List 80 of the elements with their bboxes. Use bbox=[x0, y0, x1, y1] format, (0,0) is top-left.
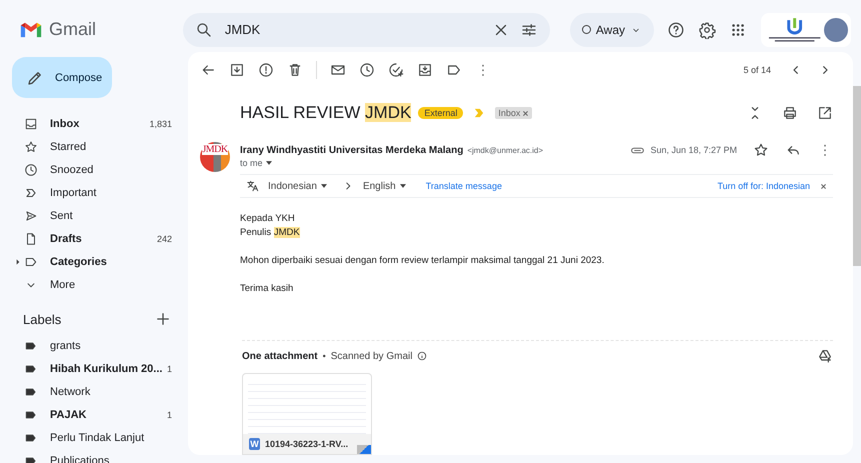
clock-icon[interactable] bbox=[359, 62, 375, 78]
star-icon bbox=[24, 140, 38, 154]
sender-name: Irany Windhyastiti Universitas Merdeka Malang bbox=[240, 144, 464, 156]
nav-item[interactable]: Drafts 242 bbox=[0, 227, 188, 250]
caret-icon bbox=[320, 184, 327, 188]
label-item[interactable]: Network bbox=[0, 380, 188, 403]
attachment-card[interactable]: W 10194-36223-1-RV... bbox=[242, 373, 372, 455]
nav-item[interactable]: More bbox=[0, 273, 188, 296]
translate-message-link[interactable]: Translate message bbox=[426, 181, 502, 191]
source-language-dropdown[interactable]: Indonesian bbox=[268, 180, 333, 192]
recipient-dropdown[interactable]: to me bbox=[240, 158, 272, 168]
move-icon[interactable] bbox=[417, 62, 433, 78]
task-icon[interactable] bbox=[388, 62, 404, 78]
delete-icon[interactable] bbox=[287, 62, 303, 78]
important-marker-icon[interactable] bbox=[474, 108, 484, 118]
add-to-drive-icon[interactable] bbox=[817, 348, 833, 364]
email-date: Sun, Jun 18, 7:27 PM bbox=[650, 145, 737, 155]
body-text-line: Kepada YKH bbox=[240, 212, 296, 226]
open-new-window-icon[interactable] bbox=[817, 105, 833, 121]
nav-item[interactable]: Inbox 1,831 bbox=[0, 112, 188, 135]
label-item[interactable]: PAJAK 1 bbox=[0, 403, 188, 426]
plus-icon[interactable] bbox=[154, 310, 172, 328]
unread-count: 242 bbox=[156, 234, 172, 244]
body-text-line: Mohon diperbaiki sesuai dengan form review terlampir maksimal tanggal 21 Juni 2023. bbox=[240, 254, 606, 268]
body-text-line: Terima kasih bbox=[240, 282, 294, 296]
help-icon[interactable] bbox=[667, 20, 685, 38]
nav-item[interactable]: Sent bbox=[0, 204, 188, 227]
labels-heading: Labels bbox=[23, 312, 62, 326]
search-field[interactable]: JMDK bbox=[222, 21, 482, 38]
sender-avatar: JMDK bbox=[200, 142, 230, 172]
paperclip-icon bbox=[631, 146, 644, 154]
caret-icon bbox=[266, 161, 272, 165]
scrollbar-thumb[interactable] bbox=[853, 86, 861, 266]
compose-button[interactable]: Compose bbox=[12, 57, 112, 98]
file-icon bbox=[24, 232, 38, 246]
status-button[interactable]: Away bbox=[570, 12, 654, 46]
attachment-file-name: 10194-36223-1-RV... bbox=[265, 439, 348, 449]
print-icon[interactable] bbox=[782, 105, 798, 121]
separator-dot: • bbox=[322, 351, 326, 361]
star-icon[interactable] bbox=[753, 142, 769, 158]
attachments-heading: One attachment bbox=[242, 350, 318, 362]
email-subject: HASIL REVIEW JMDK bbox=[240, 103, 412, 123]
archive-icon[interactable] bbox=[229, 62, 245, 78]
report-spam-icon[interactable] bbox=[258, 62, 274, 78]
close-icon[interactable] bbox=[820, 182, 827, 190]
pagination-text: 5 of 14 bbox=[743, 65, 771, 75]
scan-note: Scanned by Gmail bbox=[330, 350, 412, 362]
clock-icon bbox=[24, 162, 38, 176]
nav-item[interactable]: Snoozed bbox=[0, 158, 188, 181]
account-card[interactable] bbox=[761, 12, 851, 46]
app-name: Gmail bbox=[49, 19, 96, 40]
document-type-icon: W bbox=[249, 438, 260, 450]
settings-icon[interactable] bbox=[698, 20, 716, 38]
label-item[interactable]: grants bbox=[0, 334, 188, 357]
label-chip-text: Inbox bbox=[498, 108, 520, 118]
caret-icon bbox=[400, 184, 406, 188]
expand-arrow-icon[interactable] bbox=[16, 258, 20, 264]
target-language-dropdown[interactable]: English bbox=[362, 180, 412, 192]
mail-logo-icon[interactable] bbox=[20, 21, 42, 38]
send-icon bbox=[24, 208, 38, 222]
user-avatar[interactable] bbox=[824, 18, 848, 42]
label-item[interactable]: Hibah Kurikulum 20... 1 bbox=[0, 357, 188, 380]
nav-item[interactable]: Important bbox=[0, 181, 188, 204]
unread-count: 1 bbox=[166, 410, 172, 420]
turn-off-translation-link[interactable]: Turn off for: Indonesian bbox=[717, 181, 810, 191]
remove-label-icon[interactable] bbox=[522, 110, 530, 116]
nav-item[interactable]: Categories bbox=[0, 250, 188, 273]
unread-count: 1 bbox=[166, 364, 172, 374]
nav-item[interactable]: Starred bbox=[0, 135, 188, 158]
search-icon[interactable] bbox=[194, 20, 213, 38]
external-badge: External bbox=[418, 107, 464, 119]
info-icon[interactable] bbox=[417, 351, 428, 361]
search-bar[interactable]: JMDK bbox=[182, 12, 550, 46]
label-item[interactable]: Perlu Tindak Lanjut bbox=[0, 426, 188, 449]
sender-email: <jmdk@unmer.ac.id> bbox=[467, 146, 544, 154]
body-text-line: Penulis JMDK bbox=[240, 226, 301, 240]
corner-fold-icon bbox=[357, 445, 371, 454]
unread-count: 1,831 bbox=[149, 118, 172, 128]
translate-icon bbox=[246, 179, 260, 193]
inbox-icon bbox=[24, 116, 38, 130]
